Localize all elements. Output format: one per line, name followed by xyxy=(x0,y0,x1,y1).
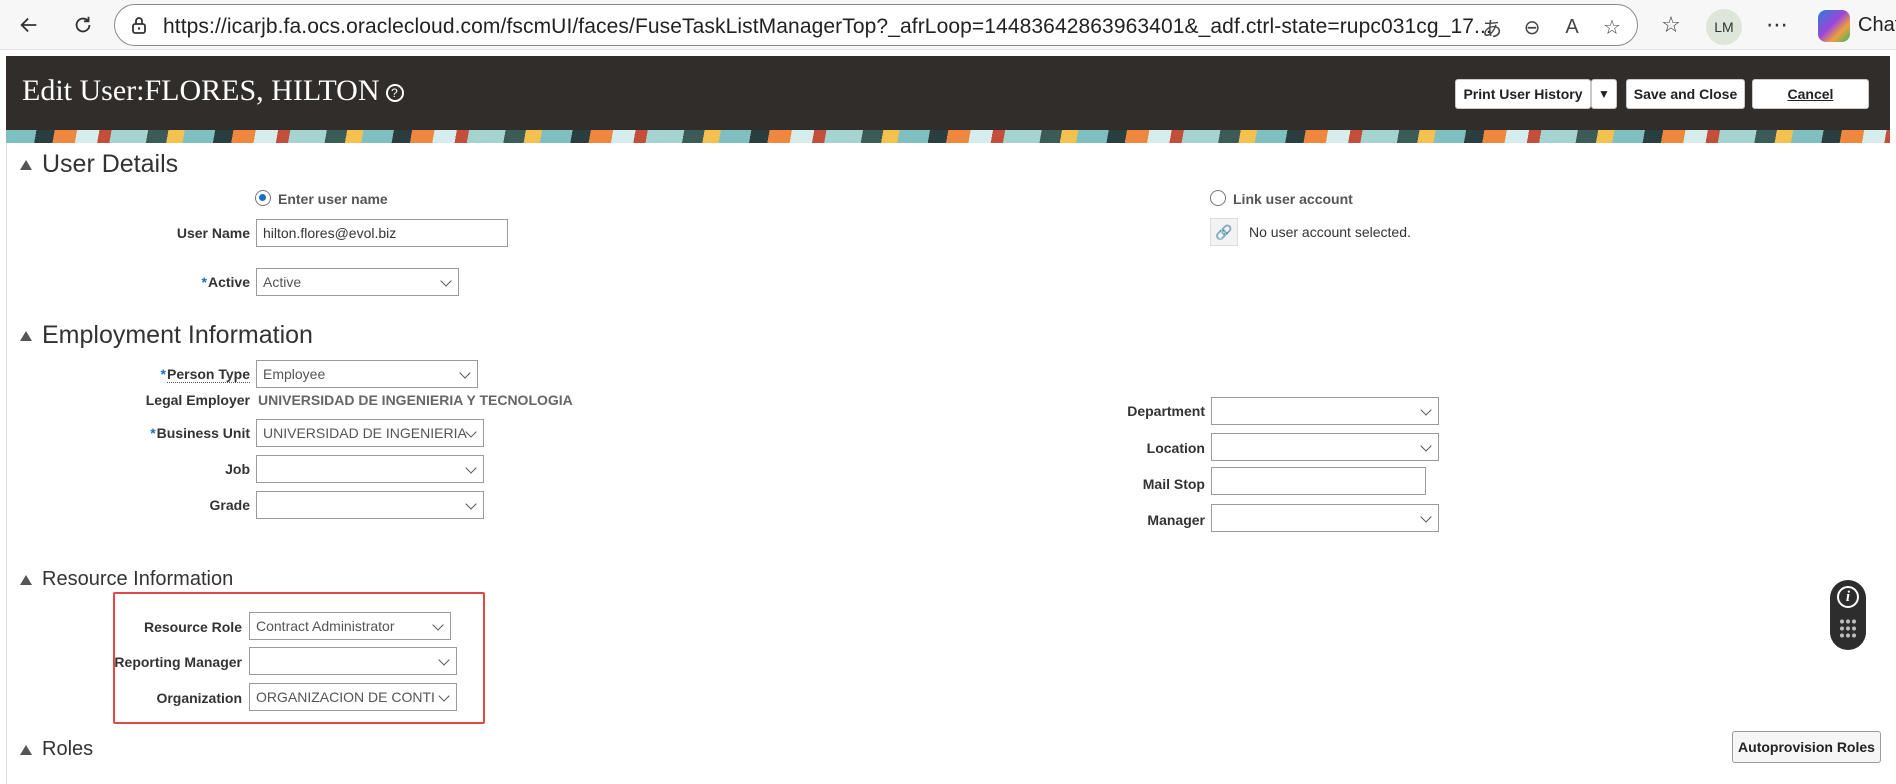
business-unit-select[interactable]: UNIVERSIDAD DE INGENIERIA xyxy=(256,419,484,447)
back-icon[interactable] xyxy=(12,8,46,42)
person-type-select[interactable]: Employee xyxy=(256,360,478,388)
favorite-star-icon[interactable]: ☆ xyxy=(1599,14,1625,40)
collapse-triangle-icon xyxy=(20,744,32,755)
link-user-account-label: Link user account xyxy=(1233,191,1353,207)
chevron-down-icon xyxy=(1420,511,1432,523)
grade-label: Grade xyxy=(209,497,250,513)
enter-user-name-label: Enter user name xyxy=(278,191,388,207)
employment-information-heading[interactable]: Employment Information xyxy=(20,321,313,350)
more-menu-icon[interactable]: ⋯ xyxy=(1761,9,1793,41)
info-icon[interactable]: i xyxy=(1837,586,1859,608)
translate-icon[interactable]: あ xyxy=(1479,14,1505,41)
organization-label: Organization xyxy=(156,690,242,706)
print-user-history-button[interactable]: Print User History xyxy=(1455,79,1591,109)
resource-information-heading[interactable]: Resource Information xyxy=(20,568,233,591)
location-label: Location xyxy=(1146,440,1205,456)
chevron-down-icon xyxy=(465,462,477,474)
department-select[interactable] xyxy=(1211,397,1439,425)
autoprovision-roles-button[interactable]: Autoprovision Roles xyxy=(1732,731,1881,763)
print-history-dropdown-icon[interactable]: ▼ xyxy=(1591,79,1617,109)
chevron-down-icon xyxy=(1420,440,1432,452)
floating-help-widget[interactable]: i xyxy=(1830,580,1866,650)
reporting-manager-label: Reporting Manager xyxy=(114,654,242,670)
collapse-triangle-icon xyxy=(20,159,32,170)
lock-icon xyxy=(132,17,146,34)
link-icon[interactable]: 🔗 xyxy=(1210,218,1238,246)
location-select[interactable] xyxy=(1211,433,1439,461)
copilot-icon[interactable] xyxy=(1818,10,1850,42)
organization-select[interactable]: ORGANIZACION DE CONTI xyxy=(249,683,457,711)
reporting-manager-select[interactable] xyxy=(249,647,457,675)
profile-avatar[interactable]: LM xyxy=(1706,9,1742,45)
link-user-account-radio[interactable] xyxy=(1210,190,1226,206)
business-unit-label: *Business Unit xyxy=(150,425,250,441)
page-title-text: Edit User:FLORES, HILTON xyxy=(22,74,380,107)
url-text: https://icarjb.fa.ocs.oraclecloud.com/fs… xyxy=(163,15,1492,38)
enter-user-name-radio[interactable] xyxy=(255,190,271,206)
legal-employer-label: Legal Employer xyxy=(145,392,250,408)
roles-heading[interactable]: Roles xyxy=(20,738,93,761)
collapse-triangle-icon xyxy=(20,330,32,341)
collapse-triangle-icon xyxy=(20,574,32,585)
job-select[interactable] xyxy=(256,455,484,483)
resource-role-select[interactable]: Contract Administrator xyxy=(249,612,451,640)
chevron-down-icon xyxy=(438,654,450,666)
job-label: Job xyxy=(225,461,250,477)
zoom-out-icon[interactable]: ⊖ xyxy=(1519,14,1545,40)
grade-select[interactable] xyxy=(256,491,484,519)
department-label: Department xyxy=(1127,403,1205,419)
manager-label: Manager xyxy=(1147,512,1205,528)
chevron-down-icon xyxy=(465,498,477,510)
divider xyxy=(6,143,7,784)
active-select[interactable]: Active xyxy=(256,268,459,296)
browser-toolbar: https://icarjb.fa.ocs.oraclecloud.com/fs… xyxy=(0,0,1896,50)
address-bar[interactable]: https://icarjb.fa.ocs.oraclecloud.com/fs… xyxy=(114,4,1638,46)
manager-select[interactable] xyxy=(1211,504,1439,532)
legal-employer-value: UNIVERSIDAD DE INGENIERIA Y TECNOLOGIA xyxy=(258,392,573,408)
help-icon[interactable]: ? xyxy=(385,84,404,103)
chevron-down-icon xyxy=(438,690,450,702)
chevron-down-icon xyxy=(440,275,452,287)
mail-stop-label: Mail Stop xyxy=(1142,476,1205,492)
page-header: Edit User:FLORES, HILTON? Print User His… xyxy=(6,56,1890,130)
user-name-field[interactable]: hilton.flores@evol.biz xyxy=(256,219,508,247)
resource-role-label: Resource Role xyxy=(143,619,242,635)
chevron-down-icon xyxy=(465,426,477,438)
person-type-label: *Person Type xyxy=(160,366,250,383)
no-account-text: No user account selected. xyxy=(1249,224,1411,240)
user-name-label: User Name xyxy=(176,225,250,241)
page-title: Edit User:FLORES, HILTON? xyxy=(22,74,404,108)
grid-dots-icon[interactable] xyxy=(1839,618,1857,640)
chevron-down-icon xyxy=(432,619,444,631)
decorative-banner xyxy=(6,130,1890,143)
user-details-heading[interactable]: User Details xyxy=(20,150,178,179)
refresh-icon[interactable] xyxy=(66,8,100,42)
read-aloud-icon[interactable]: A xyxy=(1559,14,1585,40)
chat-label[interactable]: Chat xyxy=(1858,14,1896,37)
chevron-down-icon xyxy=(1420,404,1432,416)
cancel-button[interactable]: Cancel xyxy=(1752,79,1869,109)
active-label: *Active xyxy=(201,274,250,290)
mail-stop-field[interactable] xyxy=(1211,467,1426,495)
chevron-down-icon xyxy=(459,367,471,379)
save-and-close-button[interactable]: Save and Close xyxy=(1626,79,1745,109)
favorites-list-icon[interactable]: ☆ xyxy=(1655,9,1687,41)
